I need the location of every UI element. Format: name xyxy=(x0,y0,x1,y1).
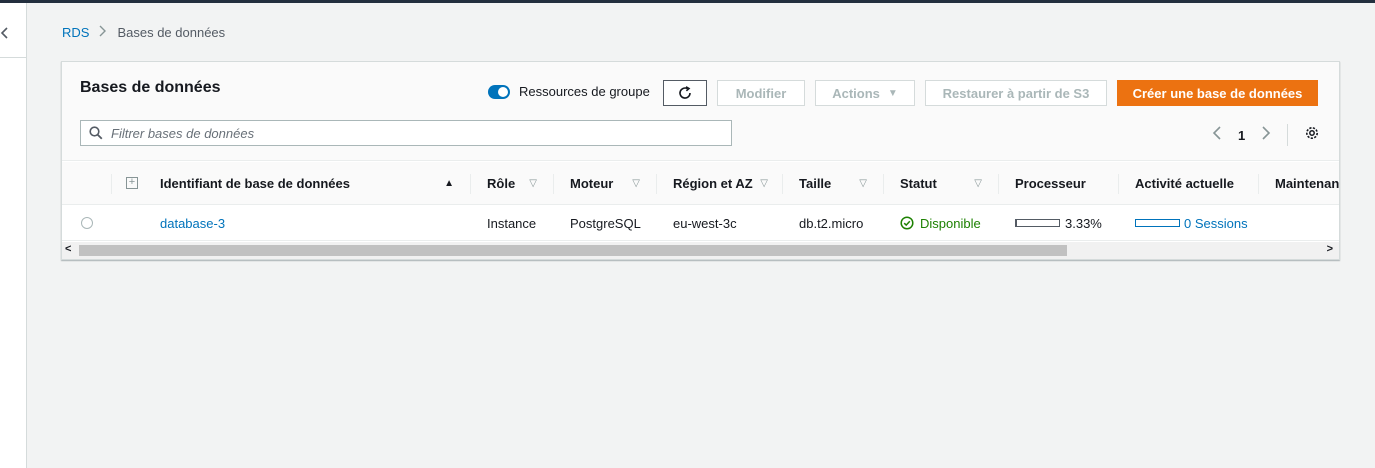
side-navigation xyxy=(0,3,27,468)
column-label: Région et AZ xyxy=(673,176,753,191)
sort-icon: ▽ xyxy=(632,178,640,189)
size-cell: db.t2.micro xyxy=(799,215,864,231)
cpu-cell: 3.33% xyxy=(1015,205,1102,241)
sort-icon: ▽ xyxy=(859,178,867,189)
close-nav-icon[interactable] xyxy=(0,18,10,48)
column-header-maintenance[interactable]: Maintenanc xyxy=(1258,162,1339,205)
sort-ascending-icon: ▲ xyxy=(444,178,454,189)
column-header-status[interactable]: Statut ▽ xyxy=(883,162,998,205)
group-resources-toggle[interactable]: Ressources de groupe xyxy=(488,84,650,99)
activity-cell[interactable]: 0 Sessions xyxy=(1135,205,1248,241)
column-label: Maintenanc xyxy=(1275,176,1339,191)
sort-icon: ▽ xyxy=(529,178,537,189)
top-bar xyxy=(0,0,1375,3)
role-cell: Instance xyxy=(487,215,537,231)
horizontal-scrollbar[interactable]: < > xyxy=(62,242,1339,259)
actions-label: Actions xyxy=(832,85,880,101)
column-label: Rôle xyxy=(487,176,516,191)
sort-icon: ▽ xyxy=(974,178,982,189)
database-identifier-link[interactable]: database-3 xyxy=(160,205,225,241)
filter-search[interactable] xyxy=(80,120,732,146)
search-icon xyxy=(81,126,111,140)
row-select-radio[interactable] xyxy=(81,217,93,229)
column-label: Moteur xyxy=(570,176,614,191)
breadcrumb-separator-icon xyxy=(99,25,107,40)
pagination: 1 xyxy=(1212,124,1289,146)
gear-icon[interactable] xyxy=(1304,125,1320,141)
engine-cell: PostgreSQL xyxy=(570,215,641,231)
sort-icon: ▽ xyxy=(760,178,768,189)
search-input[interactable] xyxy=(111,125,711,141)
modify-button[interactable]: Modifier xyxy=(717,80,805,106)
column-header-identifier[interactable]: Identifiant de base de données ▲ xyxy=(143,162,470,205)
caret-down-icon: ▼ xyxy=(887,87,898,99)
current-page[interactable]: 1 xyxy=(1238,128,1245,143)
toggle-switch[interactable] xyxy=(488,84,510,99)
expand-all-icon[interactable]: + xyxy=(126,177,138,189)
column-header-role[interactable]: Rôle ▽ xyxy=(470,162,553,205)
column-label: Statut xyxy=(900,176,937,191)
cpu-progress-bar xyxy=(1015,219,1060,227)
cpu-progress-fill xyxy=(1016,220,1018,226)
column-header-cpu[interactable]: Processeur xyxy=(998,162,1118,205)
breadcrumb-current: Bases de données xyxy=(117,25,226,40)
table-header: + Identifiant de base de données ▲ Rôle … xyxy=(62,162,1339,205)
databases-panel: Bases de données Ressources de groupe Mo… xyxy=(61,61,1340,260)
scroll-right-icon[interactable]: > xyxy=(1327,243,1333,255)
scroll-left-icon[interactable]: < xyxy=(65,243,71,255)
column-header-engine[interactable]: Moteur ▽ xyxy=(553,162,656,205)
table-row[interactable]: database-3 Instance PostgreSQL eu-west-3… xyxy=(62,205,1339,241)
column-header-size[interactable]: Taille ▽ xyxy=(782,162,883,205)
column-label: Taille xyxy=(799,176,832,191)
panel-header: Bases de données Ressources de groupe Mo… xyxy=(62,62,1339,161)
sessions-link[interactable]: 0 Sessions xyxy=(1184,216,1248,231)
breadcrumb: RDS Bases de données xyxy=(62,25,225,40)
refresh-button[interactable] xyxy=(663,80,707,106)
column-label: Activité actuelle xyxy=(1135,176,1234,191)
refresh-icon xyxy=(679,86,691,99)
column-header-activity[interactable]: Activité actuelle xyxy=(1118,162,1258,205)
breadcrumb-rds[interactable]: RDS xyxy=(62,25,89,40)
pager-divider xyxy=(1287,124,1289,146)
status-text: Disponible xyxy=(920,215,981,231)
status-cell: Disponible xyxy=(900,205,981,241)
column-label: Processeur xyxy=(1015,176,1086,191)
nav-divider xyxy=(0,57,26,58)
actions-button[interactable]: Actions ▼ xyxy=(815,80,915,106)
previous-page-icon[interactable] xyxy=(1212,125,1222,146)
column-label: Identifiant de base de données xyxy=(160,176,350,191)
restore-from-s3-button[interactable]: Restaurer à partir de S3 xyxy=(925,80,1107,106)
page-title: Bases de données xyxy=(80,79,221,96)
column-header-region[interactable]: Région et AZ ▽ xyxy=(656,162,782,205)
create-database-button[interactable]: Créer une base de données xyxy=(1117,80,1318,106)
next-page-icon[interactable] xyxy=(1261,125,1271,146)
region-cell: eu-west-3c xyxy=(673,215,737,231)
scrollbar-thumb[interactable] xyxy=(79,245,1067,256)
databases-table: + Identifiant de base de données ▲ Rôle … xyxy=(62,162,1339,241)
activity-bar xyxy=(1135,219,1180,227)
cpu-value: 3.33% xyxy=(1065,215,1102,231)
toggle-label: Ressources de groupe xyxy=(519,84,650,99)
status-ok-icon xyxy=(900,216,914,230)
